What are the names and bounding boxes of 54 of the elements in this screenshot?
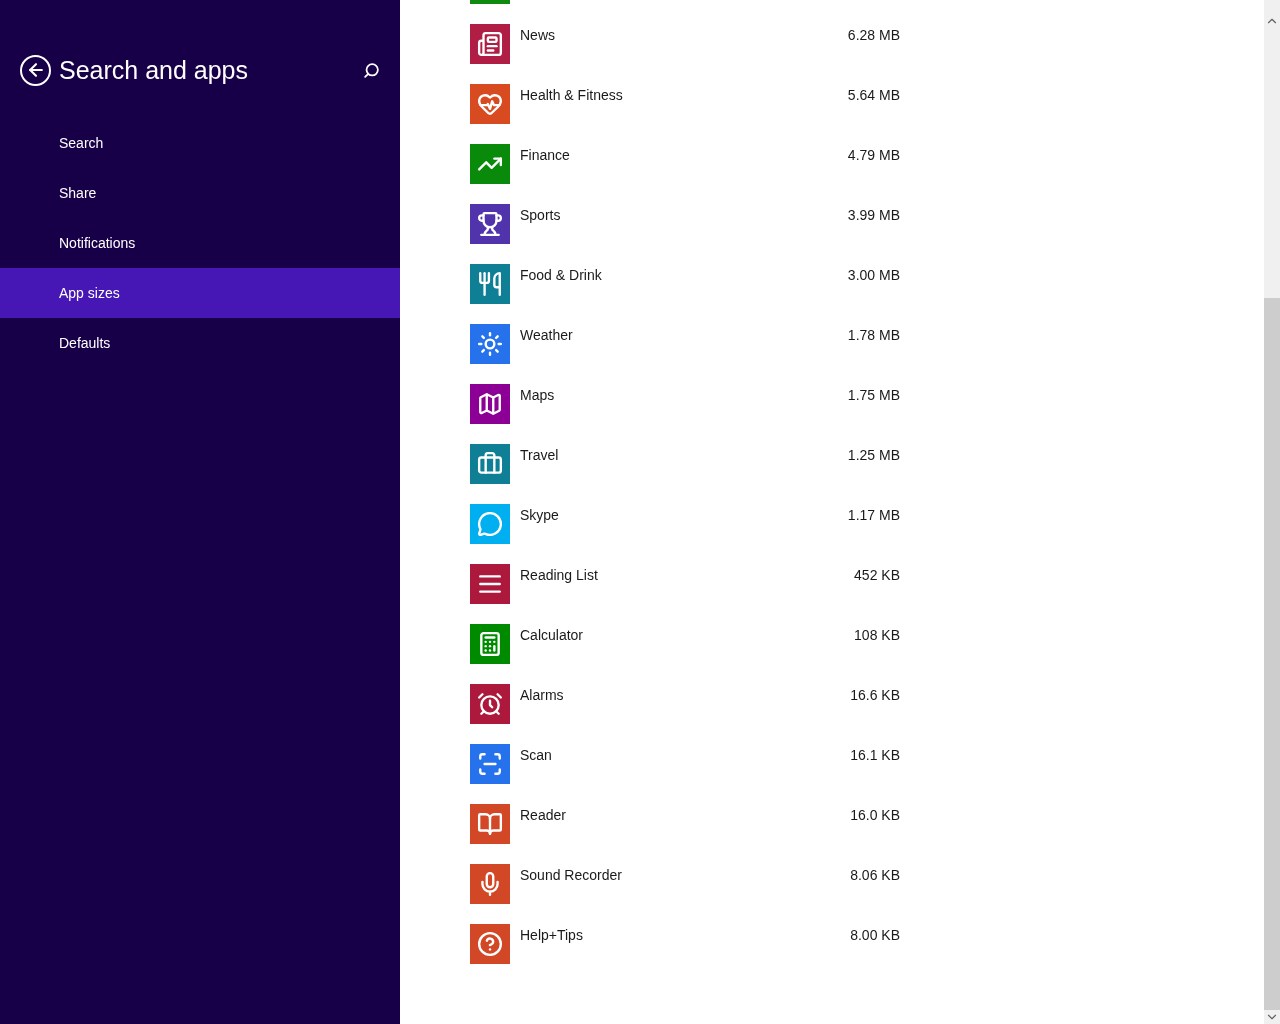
sun-icon	[477, 331, 503, 357]
app-name: Finance	[520, 146, 571, 165]
back-button[interactable]	[20, 54, 51, 86]
app-name: Scan	[520, 746, 553, 765]
app-size: 5.64 MB	[846, 86, 900, 105]
trophy-icon	[477, 211, 503, 237]
app-name: Health & Fitness	[520, 86, 624, 105]
app-name: Food & Drink	[520, 266, 603, 285]
app-name: Reader	[520, 806, 567, 825]
app-name: Alarms	[520, 686, 565, 705]
app-size: 1.17 MB	[846, 506, 900, 525]
app-size: 1.75 MB	[846, 386, 900, 405]
app-name: Sports	[520, 206, 562, 225]
app-size: 3.00 MB	[846, 266, 900, 285]
app-size: 1.78 MB	[846, 326, 900, 345]
nav-item[interactable]: Notifications	[0, 218, 400, 268]
app-name: Weather	[520, 326, 574, 345]
nav-item[interactable]: Share	[0, 168, 400, 218]
nav-item[interactable]: Defaults	[0, 318, 400, 368]
app-size: 16.1 KB	[849, 746, 900, 765]
map-icon	[477, 391, 503, 417]
scrollbar-thumb[interactable]	[1264, 298, 1280, 1010]
scanner-icon	[477, 751, 503, 777]
app-size: 4.79 MB	[846, 146, 900, 165]
app-size: 16.6 KB	[849, 686, 900, 705]
app-name: Sound Recorder	[520, 866, 623, 885]
app-name: Calculator	[520, 626, 585, 645]
app-size: 6.28 MB	[846, 26, 900, 45]
app-size: 8.00 KB	[849, 926, 900, 945]
app-size: 452 KB	[853, 566, 900, 585]
app-size: 8.06 KB	[849, 866, 900, 885]
calculator-icon	[477, 631, 503, 657]
newspaper-icon	[477, 31, 503, 57]
app-size: 3.99 MB	[846, 206, 900, 225]
app-name: Help+Tips	[520, 926, 584, 945]
app-name: News	[520, 26, 556, 45]
pane-title: Search and apps	[59, 57, 249, 83]
app-size: 1.25 MB	[846, 446, 900, 465]
fork-knife-icon	[477, 271, 503, 297]
chat-bubble-icon	[477, 511, 503, 537]
nav-item[interactable]: App sizes	[0, 268, 400, 318]
app-size: 16.0 KB	[849, 806, 900, 825]
app-size: 108 KB	[853, 626, 900, 645]
suitcase-icon	[477, 451, 503, 477]
book-icon	[477, 811, 503, 837]
nav-item[interactable]: Search	[0, 118, 400, 168]
app-name: Reading List	[520, 566, 599, 585]
app-name: Travel	[520, 446, 560, 465]
app-name: Maps	[520, 386, 556, 405]
alarm-clock-icon	[477, 691, 503, 717]
app-name: Skype	[520, 506, 560, 525]
heart-pulse-icon	[477, 91, 503, 117]
question-mark-icon	[477, 931, 503, 957]
search-icon[interactable]	[363, 61, 380, 79]
